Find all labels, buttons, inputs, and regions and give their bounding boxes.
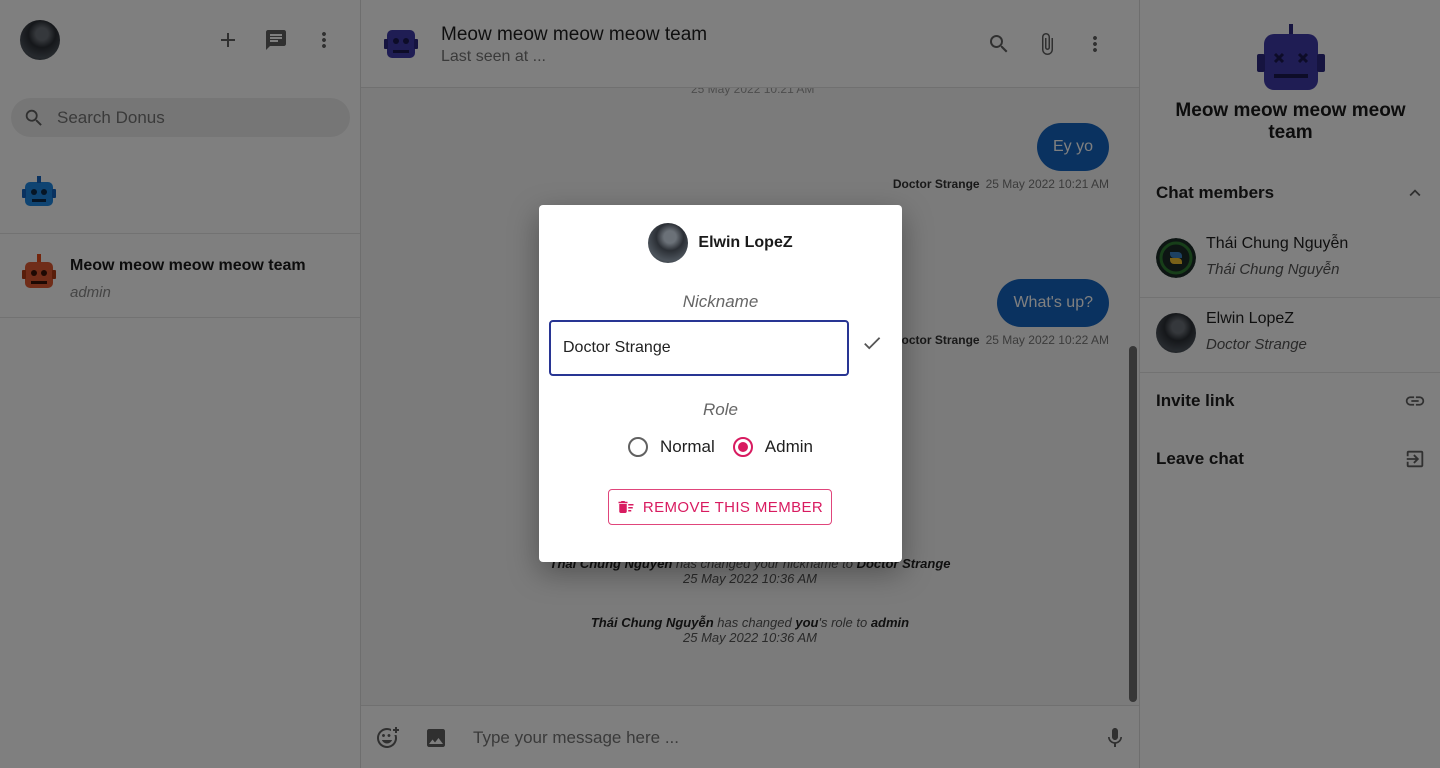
radio-circle (628, 437, 648, 457)
delete-sweep-icon (618, 501, 634, 513)
dialog-header: Elwin LopeZ (539, 223, 902, 263)
role-radio-group: Normal Admin (539, 437, 902, 457)
check-icon[interactable] (861, 332, 885, 356)
role-admin-radio[interactable]: Admin (732, 437, 813, 457)
role-normal-radio[interactable]: Normal (628, 437, 715, 457)
role-option-label: Admin (764, 437, 813, 456)
role-label: Role (703, 400, 738, 419)
remove-member-label: REMOVE THIS MEMBER (642, 498, 824, 516)
member-dialog: Elwin LopeZ Nickname Role Normal Admin R… (539, 205, 902, 562)
role-option-label: Normal (660, 437, 715, 456)
radio-circle (732, 437, 753, 457)
remove-member-button[interactable]: REMOVE THIS MEMBER (608, 489, 832, 525)
nickname-field[interactable] (549, 320, 849, 376)
avatar (648, 223, 689, 263)
dialog-user-name: Elwin LopeZ (698, 234, 793, 251)
nickname-label: Nickname (682, 292, 759, 311)
